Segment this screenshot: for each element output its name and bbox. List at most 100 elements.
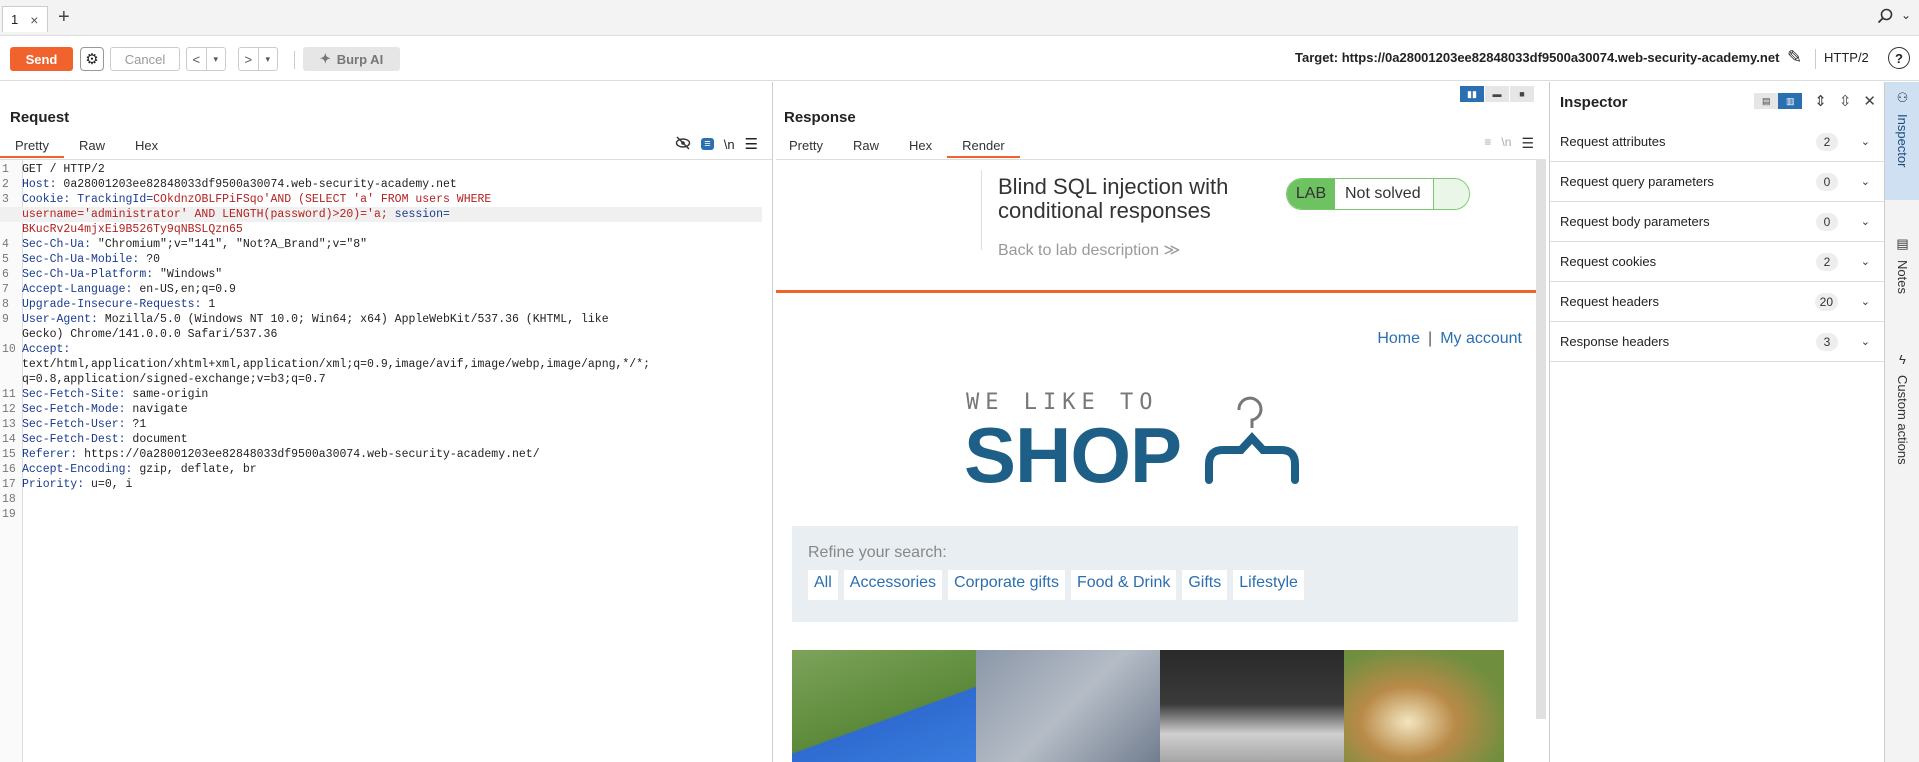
code-line[interactable]: 8 Upgrade-Insecure-Requests: 1	[0, 297, 762, 312]
back-to-lab-link[interactable]: Back to lab description ≫	[998, 240, 1180, 260]
home-link[interactable]: Home	[1377, 330, 1420, 347]
code-token: ?1	[132, 418, 147, 431]
code-line[interactable]: 17 Priority: u=0, i	[0, 477, 762, 492]
list-view-icon[interactable]: ▤	[1754, 93, 1779, 109]
code-line[interactable]: 2 Host: 0a28001203ee82848033df9500a30074.…	[0, 177, 762, 192]
my-account-link[interactable]: My account	[1440, 330, 1522, 347]
tab-1[interactable]: 1 ×	[2, 6, 48, 32]
category-accessories[interactable]: Accessories	[843, 570, 943, 600]
send-button[interactable]: Send	[10, 47, 73, 71]
newline-toggle[interactable]: \n	[724, 137, 735, 152]
tab-pretty[interactable]: Pretty	[0, 134, 64, 158]
chevron-down-icon[interactable]: ⌄	[1861, 215, 1870, 228]
search-icon[interactable]	[1877, 8, 1893, 29]
code-line[interactable]: 10 Accept:	[0, 342, 762, 357]
product-image[interactable]	[976, 650, 1160, 762]
category-lifestyle[interactable]: Lifestyle	[1233, 570, 1304, 600]
tabs-layout-icon[interactable]: ■	[1510, 86, 1534, 102]
tab-raw[interactable]: Raw	[64, 134, 120, 158]
chevron-down-icon[interactable]: ⌄	[1861, 255, 1870, 268]
code-line[interactable]: 5 Sec-Ch-Ua-Mobile: ?0	[0, 252, 762, 267]
chevron-down-icon[interactable]: ⌄	[1861, 175, 1870, 188]
code-line[interactable]: q=0.8,application/signed-exchange;v=b3;q…	[0, 372, 762, 387]
code-line[interactable]: 13 Sec-Fetch-User: ?1	[0, 417, 762, 432]
gear-icon[interactable]: ⚙	[80, 47, 104, 71]
code-line[interactable]: 4 Sec-Ch-Ua: "Chromium";v="141", "Not?A_B…	[0, 237, 762, 252]
side-tab-custom-actions[interactable]: ϟ Custom actions	[1885, 344, 1919, 474]
split-horizontal-icon[interactable]: ▬	[1485, 86, 1509, 102]
product-image[interactable]	[792, 650, 976, 762]
response-tabs: Pretty Raw Hex Render	[774, 134, 1020, 158]
history-forward-button[interactable]: > ▾	[238, 47, 278, 71]
menu-icon[interactable]: ☰	[745, 135, 758, 153]
code-line[interactable]: 3 Cookie: TrackingId=COkdnzOBLFPiFSqo'AND…	[0, 192, 762, 207]
code-line[interactable]: BKucRv2u4mjxEi9B526Ty9qNBSLQzn65	[0, 222, 762, 237]
code-line[interactable]: 18	[0, 492, 762, 507]
code-line[interactable]: 1 GET / HTTP/2	[0, 162, 762, 177]
tab-hex[interactable]: Hex	[120, 134, 173, 158]
code-token: Sec-Fetch-User:	[22, 418, 133, 431]
code-line[interactable]: 15 Referer: https://0a28001203ee82848033d…	[0, 447, 762, 462]
chevron-left-icon[interactable]: <	[187, 48, 206, 70]
code-token: Sec-Ch-Ua:	[22, 238, 98, 251]
section-request-body-parameters[interactable]: Request body parameters 0 ⌄	[1550, 202, 1884, 242]
section-request-attributes[interactable]: Request attributes 2 ⌄	[1550, 122, 1884, 162]
protocol-label[interactable]: HTTP/2	[1824, 50, 1869, 65]
code-line[interactable]: Gecko) Chrome/141.0.0.0 Safari/537.36	[0, 327, 762, 342]
code-line[interactable]: text/html,application/xhtml+xml,applicat…	[0, 357, 762, 372]
response-scrollbar[interactable]	[1536, 159, 1546, 719]
chevron-down-icon[interactable]: ⌄	[1861, 295, 1870, 308]
line-number: 9	[2, 313, 9, 326]
side-tab-notes[interactable]: ▤ Notes	[1885, 228, 1919, 318]
category-food-drink[interactable]: Food & Drink	[1070, 570, 1177, 600]
section-request-cookies[interactable]: Request cookies 2 ⌄	[1550, 242, 1884, 282]
code-line[interactable]: 14 Sec-Fetch-Dest: document	[0, 432, 762, 447]
chevron-down-icon[interactable]: ▾	[257, 48, 278, 70]
chevron-right-icon[interactable]: >	[239, 48, 258, 70]
pencil-icon[interactable]: ✎	[1787, 47, 1802, 68]
code-line[interactable]: 12 Sec-Fetch-Mode: navigate	[0, 402, 762, 417]
product-image[interactable]	[1160, 650, 1344, 762]
chevron-down-icon[interactable]: ⌄	[1901, 8, 1911, 22]
history-back-button[interactable]: < ▾	[186, 47, 226, 71]
request-editor[interactable]: 1 GET / HTTP/2 2 Host: 0a28001203ee82848033…	[0, 159, 772, 762]
category-corporate-gifts[interactable]: Corporate gifts	[948, 570, 1065, 600]
chevron-down-icon[interactable]: ▾	[205, 48, 226, 70]
side-tab-inspector[interactable]: ⚇ Inspector	[1885, 82, 1919, 200]
product-image[interactable]	[1344, 650, 1504, 762]
code-line[interactable]: 6 Sec-Ch-Ua-Platform: "Windows"	[0, 267, 762, 282]
wrap-lines-icon[interactable]: ≡	[1484, 135, 1491, 152]
code-line[interactable]: 7 Accept-Language: en-US,en;q=0.9	[0, 282, 762, 297]
panel-view-icon[interactable]: ▥	[1778, 93, 1803, 109]
line-number: 5	[2, 253, 9, 266]
cancel-button[interactable]: Cancel	[110, 47, 180, 71]
code-line[interactable]: 11 Sec-Fetch-Site: same-origin	[0, 387, 762, 402]
newline-toggle[interactable]: \n	[1501, 135, 1511, 152]
expand-all-icon[interactable]: ⇕	[1814, 92, 1827, 110]
help-icon[interactable]: ?	[1888, 47, 1910, 69]
section-request-headers[interactable]: Request headers 20 ⌄	[1550, 282, 1884, 322]
tab-raw[interactable]: Raw	[838, 134, 894, 158]
wrap-lines-icon[interactable]: ≡	[701, 138, 714, 150]
section-response-headers[interactable]: Response headers 3 ⌄	[1550, 322, 1884, 362]
menu-icon[interactable]: ☰	[1521, 135, 1534, 152]
hide-icon[interactable]	[675, 136, 691, 153]
code-line[interactable]: 16 Accept-Encoding: gzip, deflate, br	[0, 462, 762, 477]
tab-render[interactable]: Render	[947, 134, 1020, 158]
burp-ai-button[interactable]: ✦ Burp AI	[303, 47, 400, 71]
close-icon[interactable]: ×	[30, 12, 38, 28]
code-line[interactable]: 19	[0, 507, 762, 522]
section-request-query-parameters[interactable]: Request query parameters 0 ⌄	[1550, 162, 1884, 202]
category-all[interactable]: All	[808, 570, 838, 600]
close-icon[interactable]: ✕	[1863, 92, 1876, 110]
collapse-all-icon[interactable]: ⇳	[1839, 92, 1852, 110]
add-tab-icon[interactable]: +	[58, 6, 70, 29]
tab-hex[interactable]: Hex	[894, 134, 947, 158]
code-line[interactable]: 9 User-Agent: Mozilla/5.0 (Windows NT 10.…	[0, 312, 762, 327]
chevron-down-icon[interactable]: ⌄	[1861, 335, 1870, 348]
category-gifts[interactable]: Gifts	[1182, 570, 1228, 600]
split-vertical-icon[interactable]: ▮▮	[1460, 86, 1484, 102]
code-line[interactable]: username='administrator' AND LENGTH(pass…	[0, 207, 762, 222]
tab-pretty[interactable]: Pretty	[774, 134, 838, 158]
chevron-down-icon[interactable]: ⌄	[1861, 135, 1870, 148]
